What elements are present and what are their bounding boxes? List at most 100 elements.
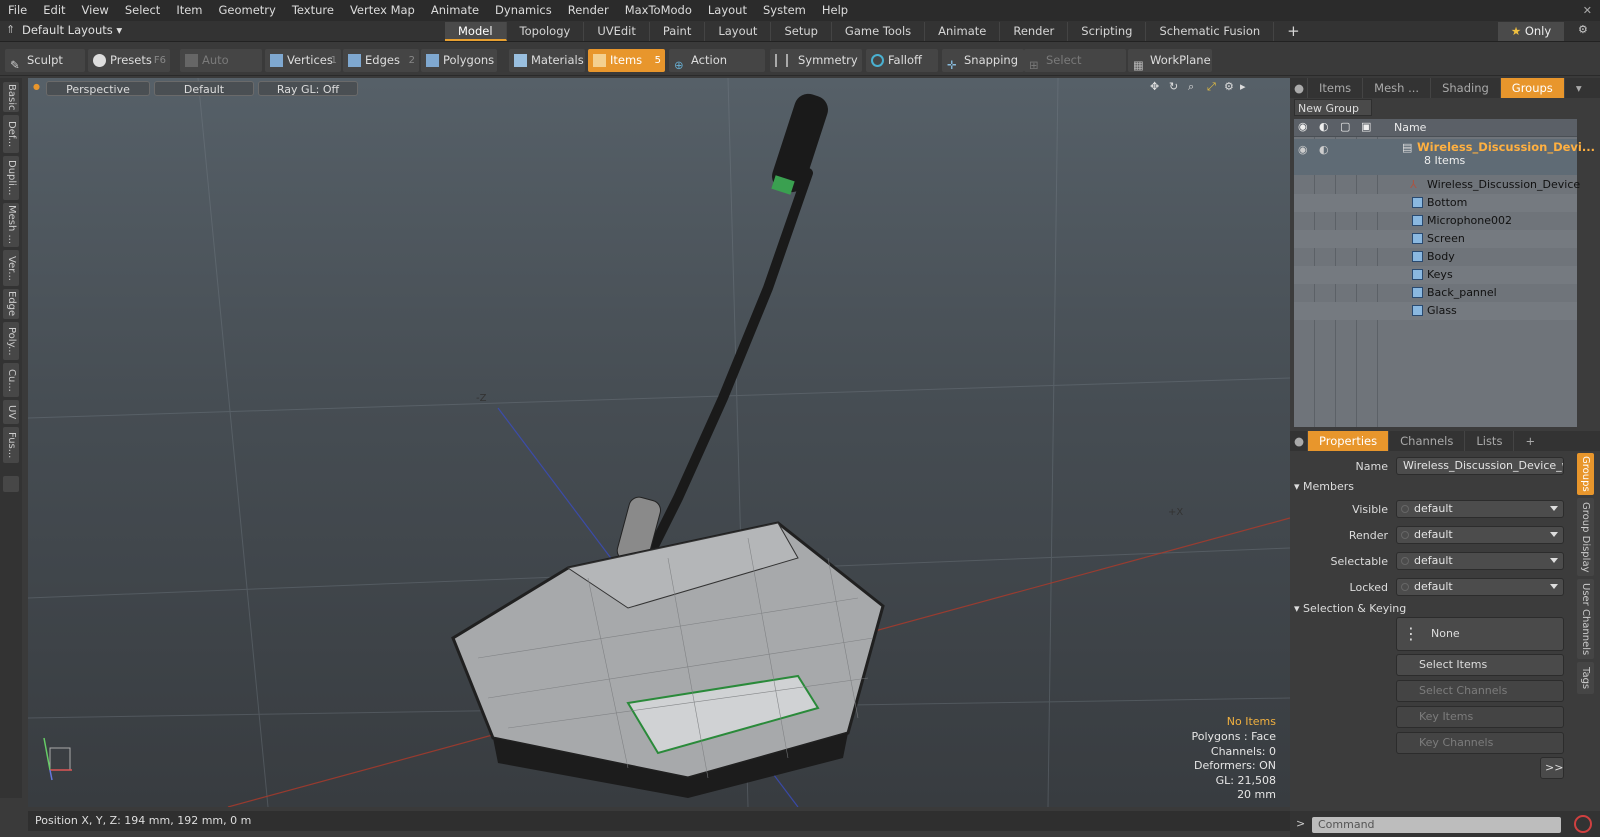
menu-dynamics[interactable]: Dynamics bbox=[487, 0, 560, 21]
menu-vertex-map[interactable]: Vertex Map bbox=[342, 0, 423, 21]
materials-button[interactable]: Materials bbox=[509, 49, 585, 72]
lefttab-uv[interactable]: UV bbox=[3, 400, 19, 424]
key-items-button[interactable]: Key Items bbox=[1396, 706, 1564, 728]
lefttab-deform[interactable]: Def... bbox=[3, 115, 19, 153]
lefttab-duplicate[interactable]: Dupli... bbox=[3, 156, 19, 200]
command-input[interactable]: Command bbox=[1312, 817, 1561, 833]
workplane-button[interactable]: ▦ WorkPlane bbox=[1128, 49, 1212, 72]
sidetab-tags[interactable]: Tags bbox=[1577, 662, 1594, 694]
symmetry-button[interactable]: Symmetry bbox=[770, 49, 862, 72]
menu-help[interactable]: Help bbox=[814, 0, 856, 21]
lefttab-polygon[interactable]: Poly... bbox=[3, 322, 19, 360]
tree-item[interactable]: Microphone002 bbox=[1294, 212, 1577, 230]
lefttab-basic[interactable]: Basic bbox=[3, 82, 19, 112]
viewport-gear-icon[interactable]: ⚙ bbox=[1224, 80, 1234, 93]
lefttab-extra[interactable] bbox=[3, 476, 19, 492]
select-items-button[interactable]: Select Items bbox=[1396, 654, 1564, 676]
menu-layout[interactable]: Layout bbox=[700, 0, 755, 21]
tab-groups[interactable]: Groups bbox=[1500, 78, 1565, 98]
menu-edit[interactable]: Edit bbox=[35, 0, 73, 21]
group-row[interactable]: ◉ ◐ ▤ Wireless_Discussion_Devi... 8 Item… bbox=[1294, 139, 1595, 175]
tab-shading[interactable]: Shading bbox=[1431, 78, 1501, 98]
tree-item[interactable]: Body bbox=[1294, 248, 1577, 266]
viewport-menu-icon[interactable]: ▸ bbox=[1240, 80, 1246, 93]
name-field[interactable]: Wireless_Discussion_Device_with bbox=[1396, 457, 1564, 475]
only-button[interactable]: ★ Only bbox=[1498, 22, 1564, 41]
edges-button[interactable]: Edges 2 bbox=[343, 49, 419, 72]
action-center-button[interactable]: ⊕Action Center bbox=[669, 49, 765, 90]
sculpt-button[interactable]: ✎ Sculpt bbox=[5, 49, 85, 72]
tab-topology[interactable]: Topology bbox=[507, 22, 585, 41]
render-icon[interactable]: ◐ bbox=[1319, 120, 1329, 133]
selection-keying-section[interactable]: ▾ Selection & Keying bbox=[1294, 602, 1406, 615]
tree-item[interactable]: Glass bbox=[1294, 302, 1577, 320]
shading-button[interactable]: Default bbox=[154, 81, 254, 96]
auto-select-button[interactable]: Auto Select bbox=[180, 49, 262, 90]
vertices-button[interactable]: Vertices 1 bbox=[265, 49, 341, 72]
tree-item[interactable]: Back_pannel bbox=[1294, 284, 1577, 302]
menu-item[interactable]: Item bbox=[168, 0, 210, 21]
add-tab-icon[interactable]: + bbox=[1514, 431, 1546, 451]
tab-paint[interactable]: Paint bbox=[650, 22, 706, 41]
tab-setup[interactable]: Setup bbox=[771, 22, 832, 41]
locked-dropdown[interactable]: default bbox=[1396, 578, 1564, 596]
menu-texture[interactable]: Texture bbox=[284, 0, 342, 21]
more-button[interactable]: >> bbox=[1540, 757, 1564, 779]
visibility-eye-icon[interactable]: ◉ bbox=[1298, 120, 1308, 133]
add-tab-icon[interactable]: + bbox=[1274, 22, 1313, 41]
select-channels-button[interactable]: Select Channels bbox=[1396, 680, 1564, 702]
select-through-button[interactable]: ⊞Select Through bbox=[1024, 49, 1126, 90]
lefttab-vertex[interactable]: Ver... bbox=[3, 250, 19, 286]
menu-view[interactable]: View bbox=[74, 0, 117, 21]
tab-lists[interactable]: Lists bbox=[1465, 431, 1515, 451]
tree-item[interactable]: ⅄Wireless_Discussion_Device ... bbox=[1294, 176, 1580, 209]
tab-channels[interactable]: Channels bbox=[1389, 431, 1466, 451]
view-type-button[interactable]: Perspective bbox=[46, 81, 150, 96]
sidetab-user-channels[interactable]: User Channels bbox=[1577, 579, 1594, 659]
lock-icon[interactable]: ▢ bbox=[1340, 120, 1350, 133]
lefttab-edge[interactable]: Edge bbox=[3, 289, 19, 319]
tab-properties[interactable]: Properties bbox=[1308, 431, 1390, 451]
lefttab-mesh[interactable]: Mesh ... bbox=[3, 203, 19, 247]
none-button[interactable]: ⋮ None bbox=[1396, 617, 1564, 651]
tree-item[interactable]: Keys bbox=[1294, 266, 1577, 284]
select-icon[interactable]: ▣ bbox=[1361, 120, 1371, 133]
key-channels-button[interactable]: Key Channels bbox=[1396, 732, 1564, 754]
tab-layout[interactable]: Layout bbox=[705, 22, 772, 41]
gear-icon[interactable]: ⚙ bbox=[1578, 23, 1588, 36]
menu-animate[interactable]: Animate bbox=[423, 0, 487, 21]
snapping-button[interactable]: ✛ Snapping bbox=[942, 49, 1024, 72]
menu-maxtomodo[interactable]: MaxToModo bbox=[617, 0, 700, 21]
visible-dropdown[interactable]: default bbox=[1396, 500, 1564, 518]
render-dropdown[interactable]: default bbox=[1396, 526, 1564, 544]
presets-button[interactable]: Presets F6 bbox=[88, 49, 170, 72]
polygons-button[interactable]: Polygons bbox=[421, 49, 497, 72]
tree-item[interactable]: Bottom bbox=[1294, 194, 1577, 212]
tab-schematic-fusion[interactable]: Schematic Fusion bbox=[1146, 22, 1275, 41]
falloff-button[interactable]: Falloff bbox=[866, 49, 938, 72]
new-group-button[interactable]: New Group bbox=[1294, 99, 1372, 116]
lefttab-curve[interactable]: Cu... bbox=[3, 363, 19, 397]
move-view-icon[interactable]: ✥ bbox=[1150, 80, 1159, 93]
menu-geometry[interactable]: Geometry bbox=[211, 0, 284, 21]
tree-item[interactable]: Screen bbox=[1294, 230, 1577, 248]
tab-animate[interactable]: Animate bbox=[925, 22, 1001, 41]
items-button[interactable]: Items 5 bbox=[588, 49, 665, 72]
lefttab-fusion[interactable]: Fus... bbox=[3, 427, 19, 463]
tab-uvedit[interactable]: UVEdit bbox=[584, 22, 650, 41]
collapse-icon[interactable]: ⇑ bbox=[6, 23, 15, 36]
record-icon[interactable] bbox=[1574, 815, 1592, 833]
sidetab-group-display[interactable]: Group Display bbox=[1577, 498, 1594, 576]
window-close-icon[interactable]: ✕ bbox=[1583, 0, 1592, 21]
3d-viewport[interactable]: -Z +X ● Perspective Default Ray GL: Off … bbox=[28, 78, 1290, 807]
group-render-icon[interactable]: ◐ bbox=[1319, 143, 1329, 156]
fit-view-icon[interactable]: ⤢ bbox=[1207, 80, 1216, 94]
layout-dropdown[interactable]: Default Layouts ▾ bbox=[22, 23, 122, 37]
tab-game-tools[interactable]: Game Tools bbox=[832, 22, 926, 41]
members-section[interactable]: ▾ Members bbox=[1294, 480, 1354, 493]
sidetab-groups[interactable]: Groups bbox=[1577, 453, 1594, 495]
menu-system[interactable]: System bbox=[755, 0, 814, 21]
group-visible-icon[interactable]: ◉ bbox=[1298, 143, 1308, 156]
rotate-view-icon[interactable]: ↻ bbox=[1169, 80, 1178, 93]
tab-render[interactable]: Render bbox=[1000, 22, 1069, 41]
